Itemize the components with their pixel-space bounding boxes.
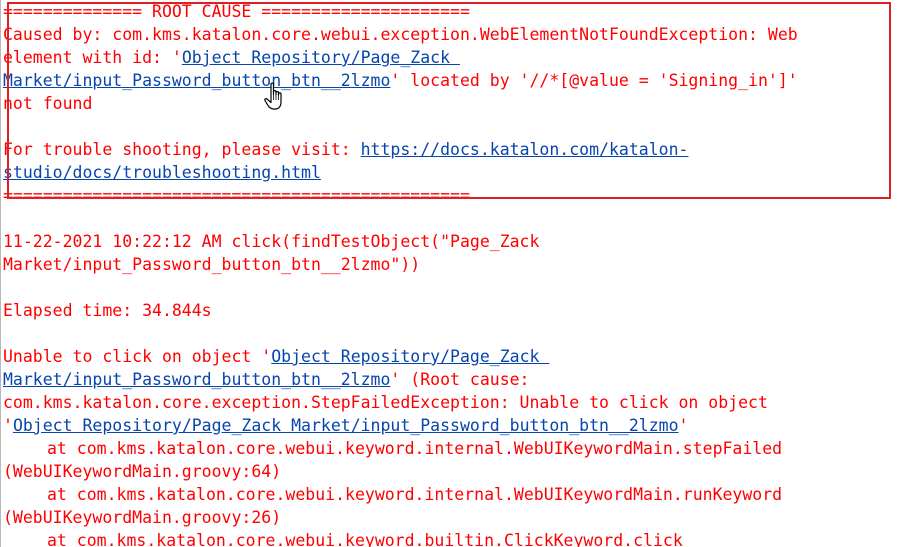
stack-line-1: at com.kms.katalon.core.webui.keyword.in… [47, 439, 783, 458]
troubleshooting-link[interactable]: https://docs.katalon.com/katalon- [361, 140, 689, 159]
error-line-2-text: ' (Root cause: [390, 370, 530, 389]
troubleshoot-line-2: studio/docs/troubleshooting.html [3, 161, 321, 184]
stack-line-2: (WebUIKeywordMain.groovy:64) [3, 462, 282, 481]
object-repository-link[interactable]: Object Repository/Page_Zack [182, 48, 460, 67]
root-cause-footer: ========================================… [3, 186, 470, 205]
error-object-link[interactable]: Object Repository/Page_Zack [271, 347, 549, 366]
console-output[interactable]: ============== ROOT CAUSE ==============… [0, 0, 899, 547]
error-line-4-quote-close: ' [678, 416, 689, 435]
stack-line-3: at com.kms.katalon.core.webui.keyword.in… [47, 485, 783, 504]
error-line-1: Unable to click on object 'Object Reposi… [3, 345, 549, 368]
stack-line-4: (WebUIKeywordMain.groovy:26) [3, 508, 282, 527]
step-line-1: 11-22-2021 10:22:12 AM click(findTestObj… [3, 232, 540, 251]
root-cause-line-2: element with id: 'Object Repository/Page… [3, 46, 460, 69]
troubleshoot-text: For trouble shooting, please visit: [3, 140, 361, 159]
error-line-4-quote-open: ' [3, 416, 13, 435]
step-line-2: Market/input_Password_button_btn__2lzmo"… [3, 255, 421, 274]
hand-pointer-icon [264, 82, 282, 110]
console-left-border [0, 0, 1, 547]
error-line-1-text: Unable to click on object ' [3, 347, 272, 366]
troubleshooting-link-cont[interactable]: studio/docs/troubleshooting.html [3, 163, 321, 182]
root-cause-header: ============== ROOT CAUSE ==============… [3, 2, 470, 21]
root-cause-line-2-text: element with id: ' [3, 48, 182, 67]
error-object-link-2[interactable]: Object Repository/Page_Zack Market/input… [13, 416, 679, 435]
error-line-4: 'Object Repository/Page_Zack Market/inpu… [3, 414, 688, 437]
stack-line-5: at com.kms.katalon.core.webui.keyword.bu… [47, 531, 683, 547]
root-cause-line-4: not found [3, 94, 93, 113]
elapsed-time: Elapsed time: 34.844s [3, 301, 212, 320]
root-cause-line-3-text: ' located by '//*[@value = 'Signing_in']… [390, 71, 798, 90]
error-line-2: Market/input_Password_button_btn__2lzmo'… [3, 368, 530, 391]
troubleshoot-line: For trouble shooting, please visit: http… [3, 138, 688, 161]
root-cause-line-1: Caused by: com.kms.katalon.core.webui.ex… [3, 25, 798, 44]
error-line-3: com.kms.katalon.core.exception.StepFaile… [3, 393, 768, 412]
error-object-link-cont[interactable]: Market/input_Password_button_btn__2lzmo [3, 370, 390, 389]
root-cause-line-3: Market/input_Password_button_btn__2lzmo'… [3, 69, 798, 92]
object-repository-link-cont[interactable]: Market/input_Password_button_btn__2lzmo [3, 71, 390, 90]
